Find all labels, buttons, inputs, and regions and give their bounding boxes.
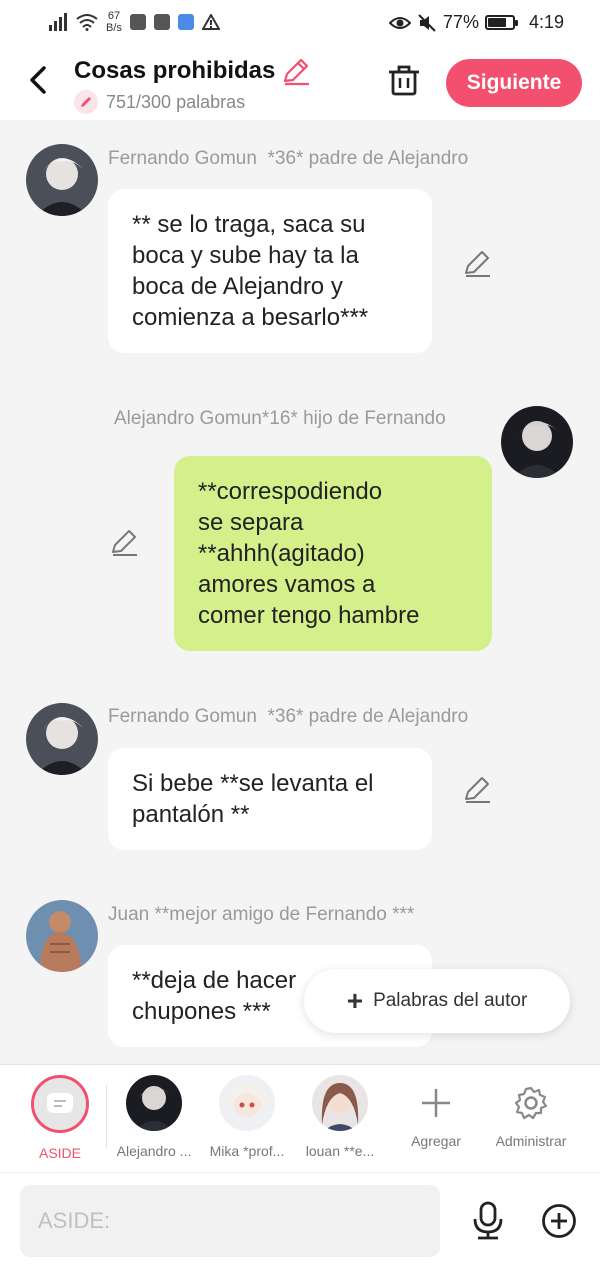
chat-area[interactable]: Fernando Gomun *36* padre de Alejandro *… [0,120,600,1064]
avatar[interactable] [26,144,98,216]
author-words-button[interactable]: + Palabras del autor [304,969,570,1033]
back-arrow-icon[interactable] [22,60,58,100]
manage-characters-button[interactable]: Administrar [487,1075,575,1149]
add-character-button[interactable]: Agregar [392,1075,480,1149]
microphone-icon[interactable] [470,1201,506,1241]
status-bar: 67 B/s 77% 4:19 [0,0,600,46]
network-speed-unit: B/s [106,22,122,34]
play-app-icon [153,14,170,30]
edit-title-icon[interactable] [281,56,311,86]
gear-icon [503,1075,559,1131]
avatar [126,1075,182,1131]
network-speed: 67 B/s [106,10,122,34]
battery-icon [484,15,518,30]
avatar [219,1075,275,1131]
character-aside[interactable]: ASIDE [16,1075,104,1161]
character-label: Agregar [411,1133,461,1149]
character-label: louan **e... [305,1143,375,1159]
ad-app-icon [129,14,146,30]
character-label: Alejandro ... [116,1143,192,1159]
sender-name: Alejandro Gomun*16* hijo de Fernando [114,408,446,429]
plus-circle-icon[interactable] [541,1203,577,1239]
character-label: Mika *prof... [209,1143,285,1159]
avatar[interactable] [26,900,98,972]
sender-name: Fernando Gomun *36* padre de Alejandro [108,148,469,169]
character-bar: ASIDE Alejandro ... Mika *prof... louan … [0,1064,600,1172]
wifi-icon [76,14,98,31]
character-mika[interactable]: Mika *prof... [203,1075,291,1159]
edit-message-icon[interactable] [109,527,139,557]
character-label: Administrar [495,1133,567,1149]
story-header: Cosas prohibidas 751/300 palabras Siguie… [0,46,600,120]
mute-icon [418,13,436,32]
composer [0,1172,600,1267]
character-alejandro[interactable]: Alejandro ... [110,1075,198,1159]
message-bubble[interactable]: ** se lo traga, saca su boca y sube hay … [108,189,432,353]
story-title-row: Cosas prohibidas [74,56,311,86]
story-title: Cosas prohibidas [74,57,276,84]
character-label: ASIDE [38,1145,81,1161]
avatar[interactable] [501,406,573,478]
signal-icon [49,13,67,31]
message-bubble[interactable]: Si bebe **se levanta el pantalón ** [108,748,432,850]
word-count-row: 751/300 palabras [74,90,245,114]
edit-message-icon[interactable] [462,248,492,278]
plus-icon [408,1075,464,1131]
network-speed-value: 67 [107,10,121,22]
status-right: 77% 4:19 [388,12,564,33]
status-left: 67 B/s [48,10,220,34]
character-louan[interactable]: louan **e... [296,1075,384,1159]
divider [106,1085,107,1149]
plus-icon: + [346,985,364,1016]
chat-bubble-icon [31,1075,89,1133]
avatar[interactable] [26,703,98,775]
battery-fill [487,18,507,27]
shield-app-icon [177,14,194,30]
next-button[interactable]: Siguiente [446,59,582,107]
clock: 4:19 [528,12,564,32]
pen-badge-icon [74,90,98,114]
eye-icon [388,16,411,29]
warning-icon [201,14,220,30]
trash-icon[interactable] [386,62,422,98]
message-input[interactable] [20,1185,440,1257]
avatar [312,1075,368,1131]
message-bubble[interactable]: **correspodiendo se separa **ahhh(agitad… [174,456,492,651]
edit-message-icon[interactable] [462,774,492,804]
author-words-label: Palabras del autor [373,990,528,1011]
battery-percent: 77% [442,12,479,32]
sender-name: Juan **mejor amigo de Fernando *** [108,904,415,925]
word-count: 751/300 palabras [106,91,246,112]
sender-name: Fernando Gomun *36* padre de Alejandro [108,706,469,727]
